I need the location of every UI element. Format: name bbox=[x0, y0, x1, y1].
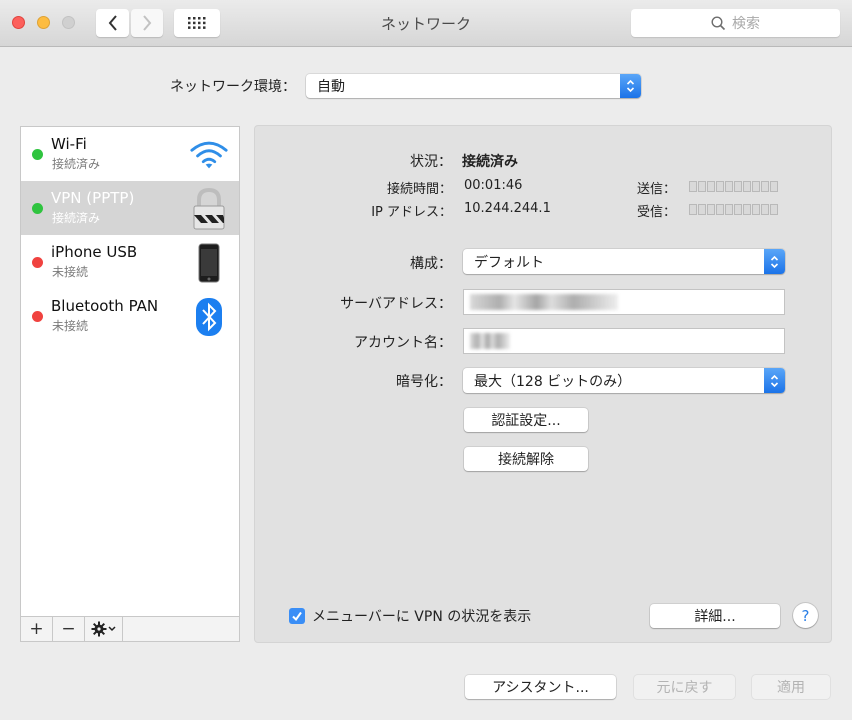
encryption-value: 最大（128 ビットのみ） bbox=[474, 373, 632, 390]
connect-time-value: 00:01:46 bbox=[464, 178, 523, 193]
received-activity-meter bbox=[689, 204, 778, 215]
server-address-field[interactable] bbox=[463, 289, 785, 315]
service-status: 接続済み bbox=[52, 211, 101, 225]
gear-icon bbox=[91, 621, 116, 637]
popup-arrows-icon bbox=[764, 368, 785, 393]
service-item-iphone-usb[interactable]: iPhone USB 未接続 bbox=[21, 235, 239, 289]
sent-activity-meter bbox=[689, 181, 778, 192]
show-in-menubar-checkbox[interactable] bbox=[289, 608, 305, 624]
status-label: 状況： bbox=[410, 154, 452, 170]
iphone-icon bbox=[189, 242, 229, 284]
add-service-button[interactable]: + bbox=[21, 617, 53, 641]
service-item-vpn[interactable]: VPN (PPTP) 接続済み bbox=[21, 181, 239, 235]
show-in-menubar-label[interactable]: メニューバーに VPN の状況を表示 bbox=[312, 606, 531, 626]
service-status: 接続済み bbox=[52, 157, 101, 171]
checkmark-icon bbox=[292, 611, 302, 622]
service-name: VPN (PPTP) bbox=[51, 189, 135, 207]
configuration-popup[interactable]: デフォルト bbox=[463, 249, 785, 274]
server-address-label: サーバアドレス： bbox=[340, 296, 452, 312]
configuration-value: デフォルト bbox=[474, 254, 544, 271]
search-placeholder: 検索 bbox=[732, 16, 760, 32]
sent-label: 送信： bbox=[636, 182, 676, 197]
account-name-field[interactable] bbox=[463, 328, 785, 354]
remove-service-button[interactable]: − bbox=[53, 617, 85, 641]
service-status: 未接続 bbox=[52, 319, 89, 333]
lock-icon bbox=[189, 187, 229, 230]
encryption-popup[interactable]: 最大（128 ビットのみ） bbox=[463, 368, 785, 393]
service-list-toolbar: + − bbox=[21, 616, 239, 641]
revert-button[interactable]: 元に戻す bbox=[634, 675, 735, 699]
redacted-text bbox=[470, 333, 510, 349]
location-popup[interactable]: 自動 bbox=[306, 74, 641, 98]
account-name-label: アカウント名： bbox=[354, 335, 452, 351]
service-item-wifi[interactable]: Wi-Fi 接続済み bbox=[21, 127, 239, 181]
service-status: 未接続 bbox=[52, 265, 89, 279]
status-dot bbox=[32, 311, 43, 322]
ip-address-label: IP アドレス： bbox=[371, 205, 452, 220]
help-button[interactable]: ? bbox=[793, 603, 818, 628]
status-dot bbox=[32, 203, 43, 214]
apply-button[interactable]: 適用 bbox=[752, 675, 830, 699]
service-name: Bluetooth PAN bbox=[51, 297, 159, 315]
popup-arrows-icon bbox=[764, 249, 785, 274]
popup-arrows-icon bbox=[620, 74, 641, 98]
disconnect-button[interactable]: 接続解除 bbox=[464, 447, 588, 471]
location-value: 自動 bbox=[317, 79, 345, 95]
status-dot bbox=[32, 257, 43, 268]
service-list: Wi-Fi 接続済み VPN (PPTP) 接続済み iPhone USB 未接… bbox=[20, 126, 240, 642]
search-icon bbox=[711, 15, 726, 30]
status-dot bbox=[32, 149, 43, 160]
action-menu-button[interactable] bbox=[85, 617, 123, 641]
encryption-label: 暗号化： bbox=[396, 374, 452, 390]
assistant-button[interactable]: アシスタント... bbox=[465, 675, 616, 699]
advanced-button[interactable]: 詳細... bbox=[650, 604, 780, 628]
location-label: ネットワーク環境： bbox=[170, 79, 296, 95]
title-bar: ネットワーク 検索 bbox=[0, 0, 852, 47]
received-label: 受信： bbox=[636, 205, 676, 220]
authentication-settings-button[interactable]: 認証設定... bbox=[464, 408, 588, 432]
status-value: 接続済み bbox=[462, 154, 518, 170]
redacted-text bbox=[470, 294, 618, 310]
configuration-label: 構成： bbox=[410, 256, 452, 272]
ip-address-value: 10.244.244.1 bbox=[464, 201, 551, 216]
wifi-icon bbox=[189, 134, 229, 176]
search-field[interactable]: 検索 bbox=[631, 9, 840, 37]
bluetooth-icon bbox=[189, 296, 229, 338]
service-item-bluetooth-pan[interactable]: Bluetooth PAN 未接続 bbox=[21, 289, 239, 343]
connect-time-label: 接続時間： bbox=[386, 182, 452, 197]
service-name: iPhone USB bbox=[51, 243, 138, 261]
service-name: Wi-Fi bbox=[51, 135, 87, 153]
